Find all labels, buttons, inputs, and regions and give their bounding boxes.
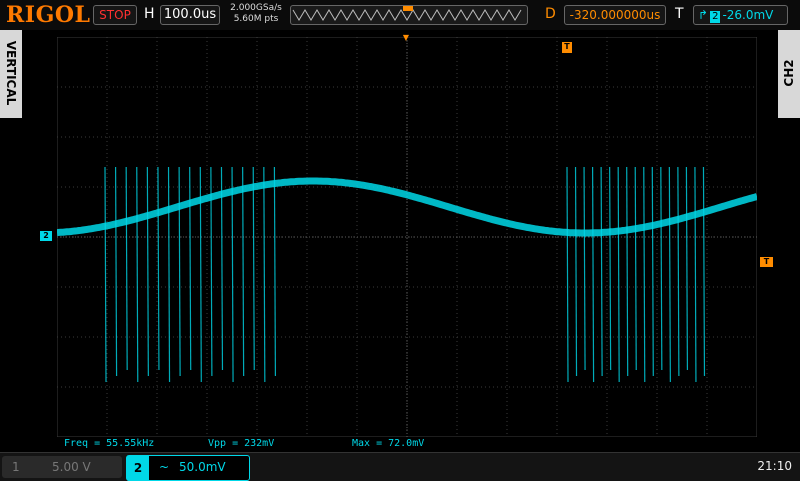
ch2-number: 2 bbox=[127, 456, 149, 480]
trigger-level: -26.0mV bbox=[722, 8, 774, 22]
ch1-number: 1 bbox=[12, 460, 20, 474]
ch2-menu-label: CH2 bbox=[782, 59, 796, 87]
ch2-menu-tab[interactable]: CH2 bbox=[778, 30, 800, 118]
timebase-value[interactable]: 100.0us bbox=[160, 5, 220, 25]
ch2-status[interactable]: 2 ~ 50.0mV bbox=[126, 455, 250, 481]
brand-logo: RIGOL bbox=[6, 2, 91, 28]
delay-value[interactable]: -320.000000us bbox=[564, 5, 666, 25]
rising-edge-icon: ↱ bbox=[698, 8, 709, 22]
vertical-menu-label: VERTICAL bbox=[4, 40, 18, 106]
measurement-max: Max = 72.0mV bbox=[352, 438, 425, 449]
memory-overview[interactable] bbox=[290, 5, 528, 25]
measurement-frequency: Freq = 55.55kHz bbox=[64, 438, 155, 449]
trigger-source: 2 bbox=[710, 11, 721, 23]
run-stop-status[interactable]: STOP bbox=[93, 5, 137, 25]
ch2-scale: 50.0mV bbox=[179, 460, 226, 474]
memory-depth: 5.60M pts bbox=[233, 14, 279, 24]
ch1-scale: 5.00 V bbox=[52, 460, 91, 474]
delay-label: D bbox=[545, 6, 556, 22]
graticule bbox=[57, 37, 757, 437]
clock: 21:10 bbox=[757, 459, 792, 473]
measurement-vpp: Vpp = 232mV bbox=[208, 438, 275, 449]
trigger-settings[interactable]: ↱ 2 -26.0mV bbox=[693, 5, 788, 25]
trigger-position-marker: ▼ bbox=[402, 33, 410, 42]
trigger-label: T bbox=[675, 6, 684, 22]
top-status-bar: RIGOL STOP H 100.0us 2.000GSa/s 5.60M pt… bbox=[0, 0, 800, 30]
horizontal-label: H bbox=[144, 6, 155, 22]
waveform-display[interactable] bbox=[57, 37, 757, 437]
ch1-status[interactable]: 1 5.00 V bbox=[2, 456, 122, 478]
acquisition-info: 2.000GSa/s 5.60M pts bbox=[224, 3, 288, 25]
trigger-point-marker: T bbox=[562, 42, 572, 53]
ac-coupling-icon: ~ bbox=[159, 460, 170, 474]
ch2-offset-marker[interactable]: 2 bbox=[40, 231, 52, 241]
sample-rate: 2.000GSa/s bbox=[230, 3, 282, 13]
vertical-menu-tab[interactable]: VERTICAL bbox=[0, 30, 22, 118]
channel-status-bar: 1 5.00 V 2 ~ 50.0mV 21:10 bbox=[0, 452, 800, 481]
trigger-level-marker[interactable]: T bbox=[760, 257, 773, 267]
memory-waveform-preview bbox=[292, 6, 522, 21]
